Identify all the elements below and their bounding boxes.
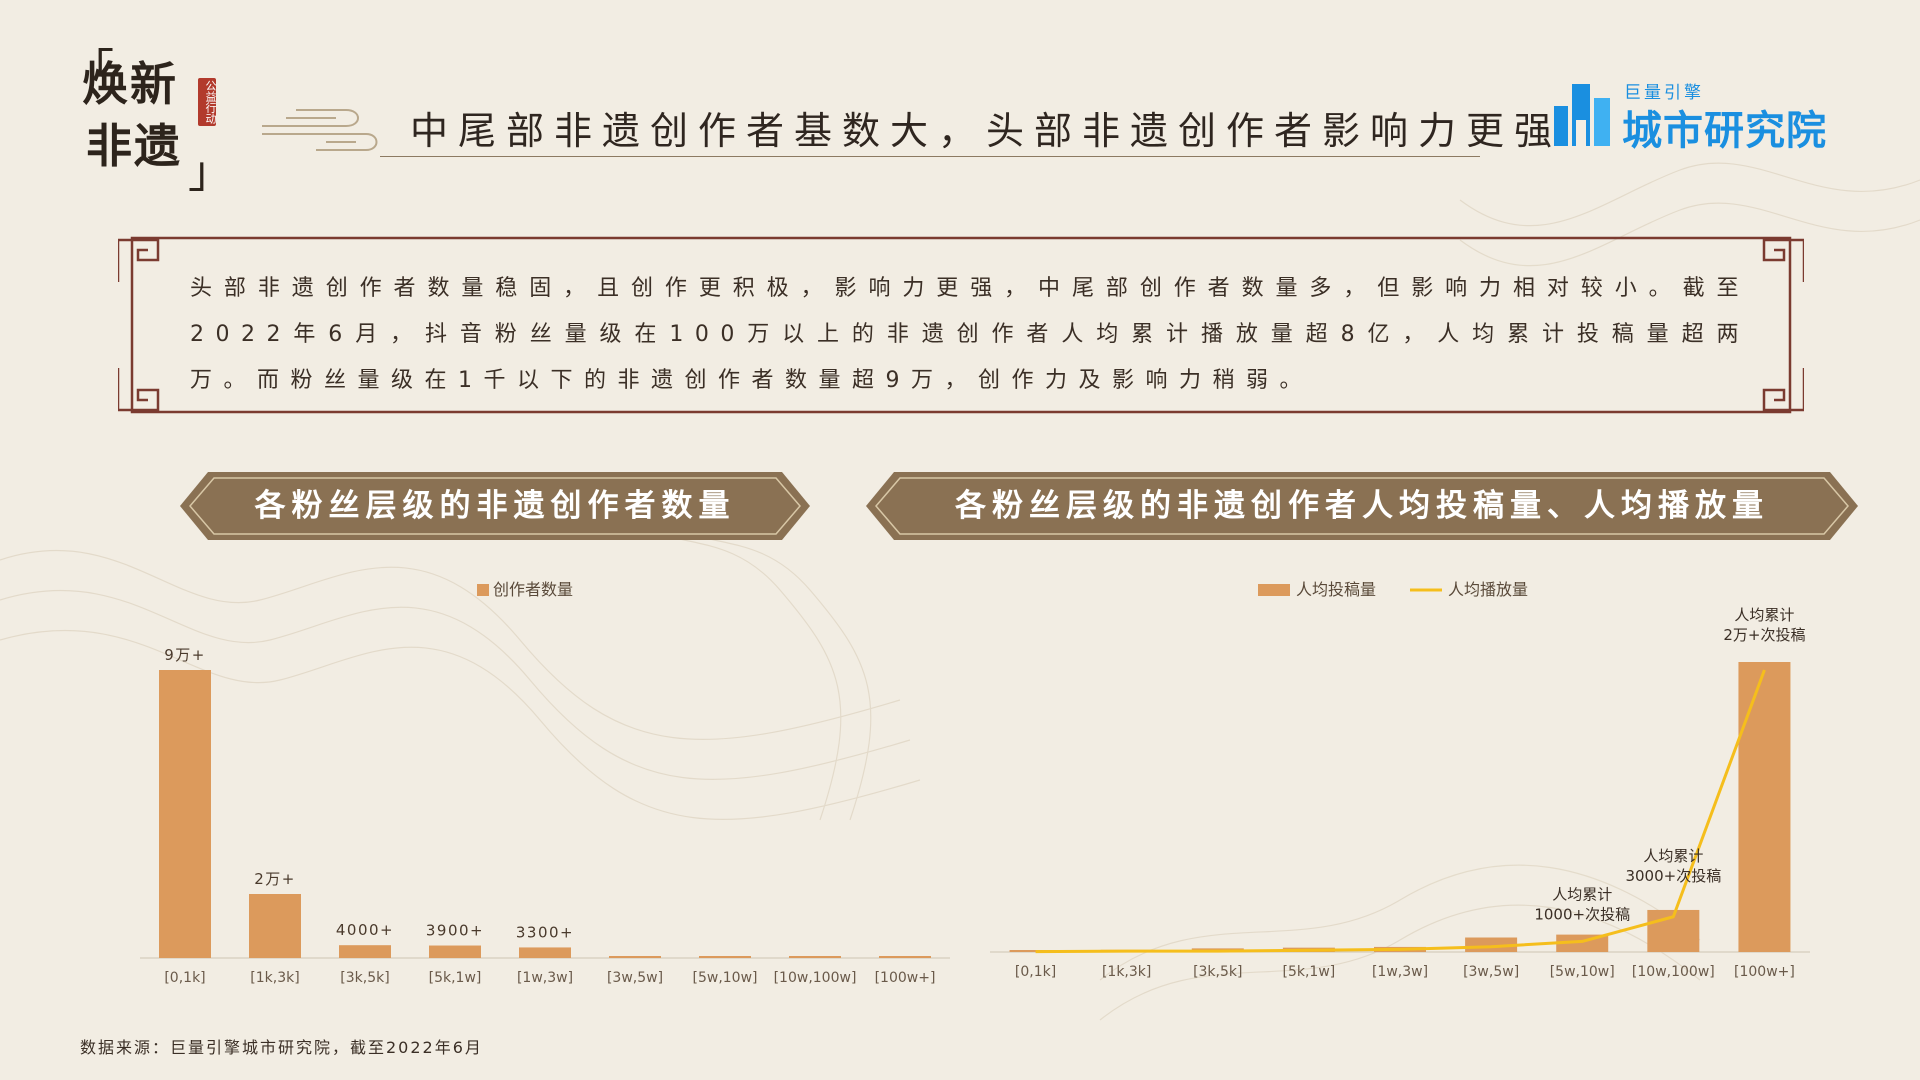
x-tick-label: [1k,3k] xyxy=(250,970,299,986)
creator-count-chart: 创作者数量 9万+ [0,1k] 2万+ [1k,3k] 4000+ [3k,5k] 3900… xyxy=(140,580,950,986)
logo-line-1: 焕新 xyxy=(82,57,178,111)
legend-swatch xyxy=(477,584,489,596)
x-tick-label: [5k,1w] xyxy=(1283,964,1336,980)
line-series xyxy=(1035,669,1766,954)
logo-bracket-close: 」 xyxy=(188,147,232,198)
annotation-line: 3000+次投稿 xyxy=(1625,867,1721,885)
logo-seal: 公益行动 xyxy=(198,78,217,126)
annotation-line: 人均累计 xyxy=(1734,606,1794,624)
annotation-label: 人均累计 2万+次投稿 xyxy=(1723,606,1805,644)
bar xyxy=(519,947,571,958)
legend-label: 人均投稿量 xyxy=(1296,580,1376,599)
data-label: 3900+ xyxy=(426,922,484,940)
page-title: 中尾部非遗创作者基数大，头部非遗创作者影响力更强 xyxy=(410,109,1563,153)
bar xyxy=(879,956,931,958)
x-tick-label: [10w,100w] xyxy=(774,970,857,986)
title-underline xyxy=(380,156,1480,157)
bar xyxy=(339,945,391,958)
left-section-banner: 各粉丝层级的非遗创作者数量 xyxy=(180,466,810,546)
legend: 人均投稿量 人均播放量 xyxy=(1258,580,1528,599)
legend: 创作者数量 xyxy=(477,580,573,599)
right-section-title: 各粉丝层级的非遗创作者人均投稿量、人均播放量 xyxy=(955,488,1769,524)
data-label: 4000+ xyxy=(336,921,394,939)
annotation-line: 1000+次投稿 xyxy=(1534,905,1630,923)
x-tick-label: [1w,3w] xyxy=(1372,964,1428,980)
brand-name: 城市研究院 xyxy=(1622,108,1827,154)
x-tick-label: [0,1k] xyxy=(164,970,205,986)
x-tick-label: [5k,1w] xyxy=(429,970,482,986)
x-tick-label: [100w+] xyxy=(1734,964,1795,980)
left-section-title: 各粉丝层级的非遗创作者数量 xyxy=(254,488,736,524)
data-label: 9万+ xyxy=(164,646,206,664)
x-tick-label: [10w,100w] xyxy=(1632,964,1715,980)
legend-label: 创作者数量 xyxy=(493,580,573,599)
bar xyxy=(609,956,661,958)
data-label: 2万+ xyxy=(254,870,296,888)
brand-logo: 巨量引擎 城市研究院 xyxy=(1550,76,1850,154)
x-tick-label: [3w,5w] xyxy=(1463,964,1519,980)
x-tick-label: [3k,5k] xyxy=(340,970,389,986)
bar xyxy=(249,894,301,958)
legend-swatch xyxy=(1258,584,1290,596)
avg-posts-views-chart: 人均投稿量 人均播放量 [0,1k] [1k,3k] [3k,5k] [5k,1w] [1w… xyxy=(990,580,1810,980)
bar xyxy=(789,956,841,958)
x-tick-label: [5w,10w] xyxy=(693,970,758,986)
data-label: 3300+ xyxy=(516,923,574,941)
annotation-line: 人均累计 xyxy=(1552,885,1612,903)
annotation-line: 2万+次投稿 xyxy=(1723,626,1805,644)
right-section-banner: 各粉丝层级的非遗创作者人均投稿量、人均播放量 xyxy=(866,466,1858,546)
annotation-label: 人均累计 1000+次投稿 xyxy=(1534,885,1630,923)
x-tick-label: [3w,5w] xyxy=(607,970,663,986)
x-tick-label: [0,1k] xyxy=(1015,964,1056,980)
annotation-line: 人均累计 xyxy=(1643,847,1703,865)
data-source-note: 数据来源：巨量引擎城市研究院，截至2022年6月 xyxy=(80,1038,483,1057)
description-box: 头部非遗创作者数量稳固，且创作更积极，影响力更强，中尾部创作者数量多，但影响力相… xyxy=(118,236,1804,414)
x-tick-label: [5w,10w] xyxy=(1550,964,1615,980)
annotation-label: 人均累计 3000+次投稿 xyxy=(1625,847,1721,885)
logo-line-2: 非遗 xyxy=(86,119,182,173)
description-text: 头部非遗创作者数量稳固，且创作更积极，影响力更强，中尾部创作者数量多，但影响力相… xyxy=(190,276,1750,393)
x-tick-label: [3k,5k] xyxy=(1193,964,1242,980)
bar xyxy=(1738,662,1791,952)
x-tick-label: [100w+] xyxy=(875,970,936,986)
x-tick-label: [1k,3k] xyxy=(1102,964,1151,980)
legend-label: 人均播放量 xyxy=(1448,580,1528,599)
campaign-logo: 「 焕新 非遗 公益行动 」 xyxy=(70,40,232,198)
bar xyxy=(429,945,481,958)
x-tick-label: [1w,3w] xyxy=(517,970,573,986)
cloud-ornament-icon xyxy=(262,109,378,151)
bar xyxy=(159,670,211,958)
city-buildings-icon xyxy=(1554,84,1610,146)
bar xyxy=(699,956,751,958)
